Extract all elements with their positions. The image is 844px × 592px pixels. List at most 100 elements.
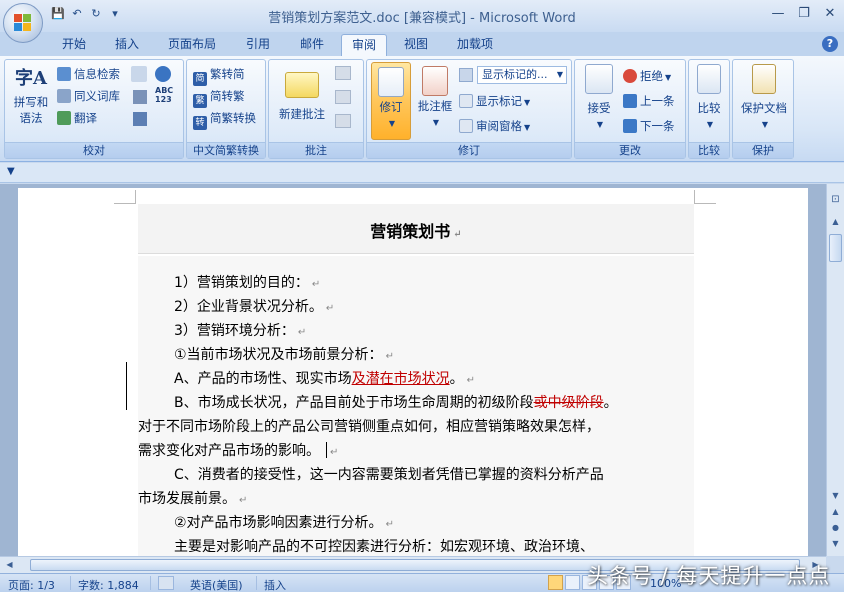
accept-button[interactable]: 接受 ▼ — [579, 64, 619, 130]
help-icon[interactable]: ? — [822, 36, 838, 52]
scroll-up-icon[interactable]: ▲ — [828, 214, 843, 229]
markup-combo[interactable]: 显示标记的... ▼ — [477, 66, 567, 84]
proofing-status-icon[interactable] — [158, 576, 174, 590]
margin-corner-mark — [114, 190, 136, 204]
status-insert-mode[interactable]: 插入 — [264, 577, 286, 592]
tab-home[interactable]: 开始 — [52, 34, 96, 56]
previous-comment-icon[interactable] — [335, 90, 351, 104]
tab-page-layout[interactable]: 页面布局 — [160, 34, 224, 56]
close-button[interactable]: ✕ — [820, 5, 840, 23]
to-traditional-button[interactable]: 繁简转繁 — [193, 88, 245, 108]
spell-check-button[interactable]: 字A 拼写和 语法 — [9, 64, 53, 126]
show-markup-button[interactable]: 显示标记 ▼ — [459, 93, 530, 109]
review-pane-button[interactable]: 审阅窗格 ▼ — [459, 118, 530, 134]
group-label-proofing: 校对 — [5, 142, 183, 158]
research-icon — [57, 67, 71, 81]
previous-page-icon[interactable]: ▲ — [828, 504, 843, 519]
vertical-scrollbar[interactable]: ⊡ ▲ ▼ ▲ ● ▼ — [826, 184, 844, 556]
translate-button[interactable]: 翻译 — [57, 110, 97, 126]
review-pane-dropdown-icon: ▼ — [524, 123, 531, 132]
to-traditional-icon: 繁 — [193, 94, 207, 108]
clipboard-icon[interactable] — [131, 66, 147, 82]
ribbon-tabs: 开始 插入 页面布局 引用 邮件 审阅 视图 加载项 — [0, 32, 844, 56]
next-change-button[interactable]: 下一条 — [623, 118, 675, 134]
tab-view[interactable]: 视图 — [394, 34, 438, 56]
group-label-tracking: 修订 — [367, 142, 571, 158]
paragraph: A、产品的市场性、现实市场及潜在市场状况。 ↵ — [174, 371, 475, 387]
tab-mailings[interactable]: 邮件 — [290, 34, 334, 56]
group-compare: 比较 ▼ 比较 — [688, 59, 730, 159]
delete-comment-icon[interactable] — [335, 66, 351, 80]
paragraph: 市场发展前景。 ↵ — [138, 491, 248, 507]
balloons-button[interactable]: 批注框 ▼ — [415, 62, 455, 128]
vertical-scroll-thumb[interactable] — [829, 234, 842, 262]
paragraph: 2）企业背景状况分析。 ↵ — [174, 299, 335, 315]
document-area: 营销策划书 ↵ 1）营销策划的目的： ↵ 2）企业背景状况分析。 ↵ 3）营销环境分析… — [0, 184, 826, 556]
tab-references[interactable]: 引用 — [236, 34, 280, 56]
status-word-count[interactable]: 字数: 1,884 — [78, 577, 139, 592]
research-button[interactable]: 信息检索 — [57, 66, 120, 82]
minimize-button[interactable]: — — [768, 5, 788, 23]
tab-addins[interactable]: 加载项 — [448, 34, 502, 56]
document-page[interactable]: 营销策划书 ↵ 1）营销策划的目的： ↵ 2）企业背景状况分析。 ↵ 3）营销环境分析… — [18, 188, 808, 556]
print-layout-view-icon[interactable] — [548, 575, 563, 590]
protect-document-button[interactable]: 保护文档 ▼ — [737, 64, 791, 130]
convert-icon: 转 — [193, 116, 207, 130]
group-label-changes: 更改 — [575, 142, 685, 158]
document-title: 营销策划书 ↵ — [370, 222, 462, 241]
group-protect: 保护文档 ▼ 保护 — [732, 59, 794, 159]
scroll-down-icon[interactable]: ▼ — [828, 488, 843, 503]
full-screen-reading-view-icon[interactable] — [565, 575, 580, 590]
paragraph: C、消费者的接受性，这一内容需要策划者凭借已掌握的资料分析产品 — [174, 467, 604, 483]
abc-icon[interactable]: ABC 123 — [155, 86, 173, 104]
to-simplified-button[interactable]: 简繁转简 — [193, 66, 245, 86]
group-label-chinese: 中文简繁转换 — [187, 142, 265, 158]
group-tracking: 修订 ▼ 批注框 ▼ 显示标记的... ▼ 显示标记 ▼ 审阅窗格 ▼ 修订 — [366, 59, 572, 159]
status-separator — [70, 576, 71, 590]
previous-change-button[interactable]: 上一条 — [623, 93, 675, 109]
paragraph: 对于不同市场阶段上的产品公司营销侧重点如何，相应营销策略效果怎样， — [138, 419, 600, 435]
next-page-icon[interactable]: ▼ — [828, 536, 843, 551]
browse-object-icon[interactable]: ● — [828, 520, 843, 535]
convert-button[interactable]: 转简繁转换 — [193, 110, 256, 130]
accept-dropdown-icon: ▼ — [596, 120, 604, 129]
status-separator — [150, 576, 151, 590]
paragraph: 主要是对影响产品的不可控因素进行分析：如宏观环境、政治环境、 — [174, 539, 594, 555]
track-changes-button[interactable]: 修订 ▼ — [371, 62, 411, 140]
change-bar — [126, 362, 127, 410]
new-comment-icon — [285, 72, 319, 98]
scroll-left-icon[interactable]: ◀ — [2, 558, 17, 572]
paragraph: B、市场成长状况，产品目前处于市场生命周期的初级阶段或中级阶段。 — [174, 395, 618, 411]
status-page[interactable]: 页面: 1/3 — [8, 577, 55, 592]
show-markup-dropdown-icon: ▼ — [524, 98, 531, 107]
ruler-toggle-icon[interactable]: ▼ — [7, 166, 15, 177]
status-language[interactable]: 英语(美国) — [190, 577, 243, 592]
language-icon[interactable] — [133, 112, 147, 126]
restore-button[interactable]: ❐ — [794, 5, 814, 23]
reject-button[interactable]: 拒绝 ▼ — [623, 68, 671, 84]
tab-review[interactable]: 审阅 — [341, 34, 387, 56]
translate-icon — [57, 111, 71, 125]
new-comment-button[interactable]: 新建批注 — [273, 66, 331, 122]
next-comment-icon[interactable] — [335, 114, 351, 128]
accept-icon — [585, 64, 613, 94]
balloons-icon — [422, 66, 448, 96]
status-separator — [256, 576, 257, 590]
group-label-comments: 批注 — [269, 142, 363, 158]
deleted-text: 或中级阶段 — [533, 395, 604, 411]
office-button[interactable] — [3, 3, 43, 43]
inserted-text: 及潜在市场状况 — [351, 371, 450, 387]
compare-icon — [697, 64, 721, 94]
update-icon[interactable] — [155, 66, 171, 82]
thesaurus-button[interactable]: 同义词库 — [57, 88, 120, 104]
group-proofing: 字A 拼写和 语法 信息检索 同义词库 翻译 ABC 123 校对 — [4, 59, 184, 159]
paragraph-mark: ↵ — [453, 229, 462, 240]
show-markup-icon — [459, 94, 473, 108]
thesaurus-icon — [57, 89, 71, 103]
ruler-view-icon[interactable]: ⊡ — [828, 192, 843, 207]
compare-button[interactable]: 比较 ▼ — [691, 64, 727, 130]
word-count-icon[interactable] — [133, 90, 147, 104]
ribbon: 字A 拼写和 语法 信息检索 同义词库 翻译 ABC 123 校对 简繁转简 繁简… — [0, 56, 844, 162]
paragraph: 3）营销环境分析： ↵ — [174, 323, 307, 339]
tab-insert[interactable]: 插入 — [105, 34, 149, 56]
